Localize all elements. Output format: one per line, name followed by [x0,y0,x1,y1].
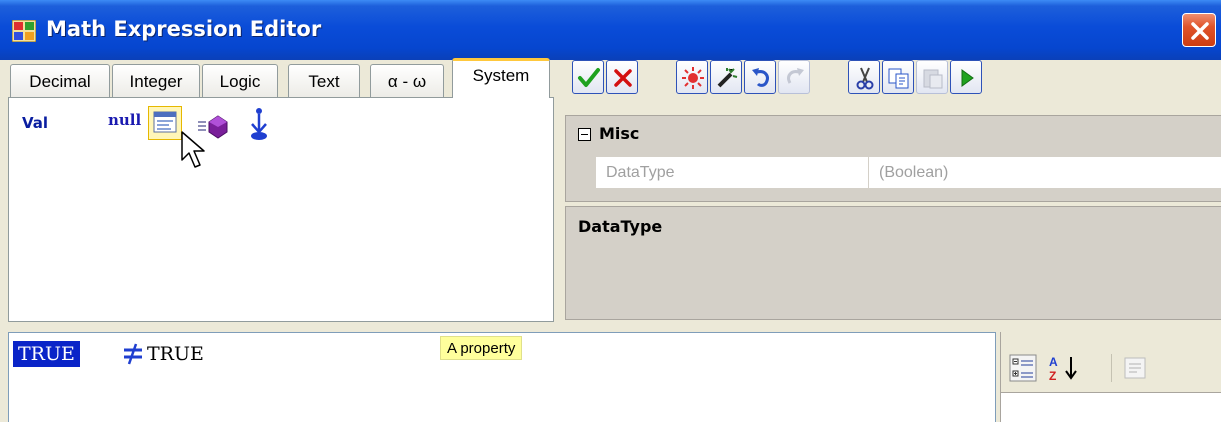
toolbar-separator [1111,354,1112,382]
window-title: Math Expression Editor [46,17,322,41]
tooltip: A property [440,336,523,360]
magic-wand-button[interactable] [710,60,742,94]
redo-icon [787,68,804,84]
row-margin [568,157,596,189]
sort-az-icon: A Z [1049,355,1077,383]
tab-decimal[interactable]: Decimal [10,64,110,98]
tab-system[interactable]: System [452,58,550,98]
assign-item-button[interactable] [248,106,270,142]
paste-icon [923,69,943,89]
redo-button[interactable] [778,60,810,94]
cut-button[interactable] [848,60,880,94]
app-icon [11,19,37,43]
method-icon [198,115,228,139]
null-item[interactable]: null [108,111,141,129]
close-button[interactable] [1182,13,1216,47]
property-name: DataType [606,164,675,181]
category-collapse-toggle[interactable] [578,128,591,141]
accept-button[interactable] [572,60,604,94]
property-row[interactable]: DataType (Boolean) [568,156,1221,189]
undo-icon [752,68,769,87]
val-item[interactable]: Val [22,114,48,132]
left-operand[interactable]: TRUE [13,341,80,367]
tab-logic[interactable]: Logic [202,64,278,98]
cancel-icon [614,69,632,87]
highlight-button[interactable] [676,60,708,94]
not-equal-icon [124,343,142,365]
copy-button[interactable] [882,60,914,94]
right-operand[interactable]: TRUE [147,341,204,367]
svg-text:A: A [1049,355,1058,369]
close-icon [1191,22,1209,40]
category-label: Misc [599,124,640,143]
title-bar[interactable]: Math Expression Editor [0,0,1221,60]
categorized-button[interactable] [1009,354,1041,386]
not-equal-operator[interactable] [121,342,145,369]
magic-wand-icon [717,68,738,88]
column-divider[interactable] [868,157,869,189]
property-value: (Boolean) [879,164,949,181]
tab-alpha-omega[interactable]: α - ω [370,64,444,98]
property-pages-button[interactable] [1121,354,1153,386]
property-pages-icon [1124,357,1146,379]
alphabetical-button[interactable]: A Z [1047,354,1091,386]
categorized-icon [1009,354,1037,382]
cut-icon [856,67,874,90]
property-icon [153,111,177,133]
tab-text[interactable]: Text [288,64,360,98]
property-item-button[interactable] [148,106,182,140]
paste-button[interactable] [916,60,948,94]
property-grid: Misc DataType (Boolean) [565,115,1221,202]
run-icon [961,69,974,87]
property-description-pane: DataType [565,206,1221,320]
undo-button[interactable] [744,60,776,94]
svg-text:Z: Z [1049,369,1056,382]
property-toolbar-panel: A Z [1000,332,1221,422]
system-palette-panel [8,97,554,322]
assign-arrow-icon [251,108,267,140]
sun-icon [682,67,704,89]
property-list[interactable] [1001,392,1221,422]
copy-icon [888,68,909,89]
method-item-button[interactable] [196,110,236,140]
cancel-button[interactable] [606,60,638,94]
description-title: DataType [578,217,663,236]
run-button[interactable] [950,60,982,94]
tab-integer[interactable]: Integer [112,64,200,98]
check-icon [578,68,600,87]
